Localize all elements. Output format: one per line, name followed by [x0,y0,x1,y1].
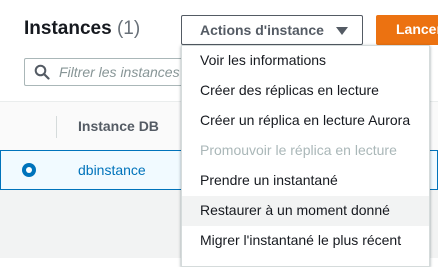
radio-selected-icon[interactable] [22,163,36,177]
menu-item-label: Voir les informations [200,52,327,68]
menu-item-label: Créer des réplicas en lecture [200,82,379,98]
instance-actions-label: Actions d'instance [200,22,324,38]
instance-count: (1) [116,18,141,39]
menu-item-create-read-replicas[interactable]: Créer des réplicas en lecture [182,76,429,106]
menu-item-view-details[interactable]: Voir les informations [182,46,429,76]
menu-item-take-snapshot[interactable]: Prendre un instantané [182,166,429,196]
menu-item-label: Promouvoir le réplica en lecture [200,142,397,158]
page-title-text: Instances [24,18,112,39]
menu-item-migrate-latest-snapshot[interactable]: Migrer l'instantané le plus récent [182,226,429,256]
instance-actions-button[interactable]: Actions d'instance [181,15,363,45]
search-icon [34,64,50,85]
instance-actions-menu: Voir les informations Créer des réplicas… [181,45,430,267]
menu-item-label: Restaurer à un moment donné [200,202,390,218]
column-divider [56,116,57,138]
menu-item-promote-read-replica: Promouvoir le réplica en lecture [182,136,429,166]
menu-item-label: Migrer l'instantané le plus récent [200,232,402,248]
menu-item-label: Prendre un instantané [200,172,338,188]
page-title: Instances (1) [24,18,140,40]
search-placeholder: Filtrer les instances [59,64,180,80]
launch-db-label: Lancer [396,21,438,37]
launch-db-button[interactable]: Lancer [376,15,438,45]
column-header-instance-db[interactable]: Instance DB [78,118,159,134]
menu-item-label: Créer un réplica en lecture Aurora [200,112,411,128]
menu-item-restore-point-in-time[interactable]: Restaurer à un moment donné [182,196,429,226]
instance-link[interactable]: dbinstance [78,162,146,178]
chevron-down-icon [336,27,348,35]
menu-item-create-aurora-read-replica[interactable]: Créer un réplica en lecture Aurora [182,106,429,136]
